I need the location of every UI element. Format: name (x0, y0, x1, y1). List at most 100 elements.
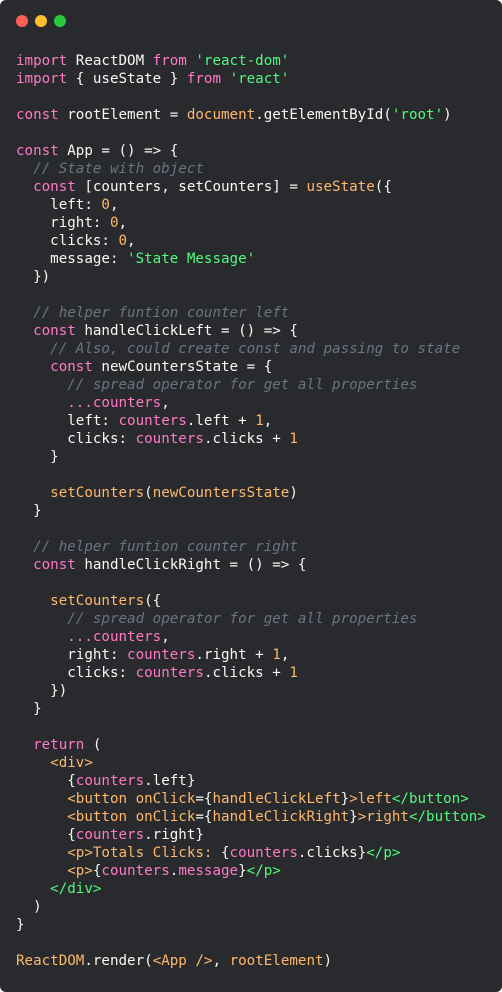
code-token: clicks: (16, 431, 136, 447)
code-token: , (127, 233, 136, 249)
code-token: counters (135, 431, 204, 447)
code-token: { useState } (67, 71, 187, 87)
code-token: left: (16, 413, 119, 429)
code-token: ={ (195, 791, 213, 807)
code-line: // State with object (16, 160, 486, 178)
code-line: // Also, could create const and passing … (16, 340, 486, 358)
code-token: [counters, setCounters] = (75, 179, 307, 195)
code-token: // spread operator for get all propertie… (67, 611, 418, 627)
code-token: <button (67, 791, 128, 807)
code-token: App = () => { (58, 143, 179, 159)
code-token: <App /> (152, 953, 213, 969)
code-token: // Also, could create const and passing … (50, 341, 461, 357)
code-token: handleClickLeft (212, 791, 341, 807)
code-token: right (366, 809, 409, 825)
code-line: right: counters.right + 1, (16, 646, 486, 664)
code-line: } (16, 700, 486, 718)
code-token: counters (75, 827, 145, 843)
code-token: from (186, 71, 222, 87)
code-token: counters (118, 413, 187, 429)
code-token: rootElement (229, 953, 324, 969)
code-token: ReactDOM (16, 953, 85, 969)
code-line: left: 0, (16, 196, 486, 214)
code-token: 'State Message' (127, 251, 256, 267)
code-token: from (152, 53, 187, 69)
code-line: ...counters, (16, 628, 486, 646)
code-token: }) (16, 683, 68, 699)
code-token: const (33, 557, 76, 573)
code-token: counters (229, 845, 298, 861)
code-token: , (161, 395, 170, 411)
code-line: // helper funtion counter left (16, 304, 486, 322)
code-block: import ReactDOM from 'react-dom' import {… (16, 52, 486, 970)
code-token: } (16, 917, 25, 933)
close-window-button[interactable] (16, 15, 28, 27)
code-token: setCounters (50, 485, 145, 501)
code-token: 'root' (391, 107, 444, 123)
code-token: } (349, 809, 358, 825)
code-token: </button> (391, 791, 469, 807)
code-token: const (33, 323, 76, 339)
code-token: left: (16, 197, 102, 213)
code-token: ={ (195, 809, 213, 825)
code-token: ) (16, 899, 42, 915)
code-token: counters (75, 773, 145, 789)
code-token: ) (323, 953, 333, 969)
code-token: > (349, 791, 358, 807)
title-bar (0, 0, 502, 40)
code-line: {counters.left} (16, 772, 486, 790)
code-token: // spread operator for get all propertie… (67, 377, 418, 393)
code-line: const handleClickLeft = () => { (16, 322, 486, 340)
code-line: const handleClickRight = () => { (16, 556, 486, 574)
code-token: ( (84, 737, 102, 753)
code-token: clicks: (16, 233, 119, 249)
code-token: }) (16, 269, 51, 285)
code-token: message (178, 863, 239, 879)
code-line: // helper funtion counter right (16, 538, 486, 556)
code-token: const (16, 143, 59, 159)
code-line: ReactDOM.render(<App />, rootElement) (16, 952, 486, 970)
code-token: ) (289, 485, 298, 501)
code-line: <button onClick={handleClickRight}>right… (16, 808, 486, 826)
code-token: > (357, 809, 367, 825)
code-line: ) (16, 898, 486, 916)
code-line: {counters.right} (16, 826, 486, 844)
code-token: , (161, 629, 170, 645)
code-token: } (340, 791, 350, 807)
code-token: 0 (118, 233, 128, 249)
code-line: ...counters, (16, 394, 486, 412)
code-token: counters (101, 863, 170, 879)
code-token: 'react' (229, 71, 290, 87)
code-token: useState (306, 179, 375, 195)
code-token: ( (144, 485, 153, 501)
code-window: import ReactDOM from 'react-dom' import {… (0, 0, 502, 992)
code-token: 1 (255, 413, 264, 429)
code-token: const (33, 179, 76, 195)
code-token: <p> (67, 845, 93, 861)
code-line: clicks: counters.clicks + 1 (16, 664, 486, 682)
code-token: handleClickRight = () => { (75, 557, 307, 573)
maximize-window-button[interactable] (54, 15, 66, 27)
minimize-window-button[interactable] (35, 15, 47, 27)
code-token: 1 (289, 431, 298, 447)
code-line: const App = () => { (16, 142, 486, 160)
code-line: <p>Totals Clicks: {counters.clicks}</p> (16, 844, 486, 862)
code-line: clicks: 0, (16, 232, 486, 250)
code-token: </p> (246, 863, 281, 879)
code-token: const (16, 107, 59, 123)
code-token: handleClickRight (212, 809, 350, 825)
code-line: </div> (16, 880, 486, 898)
code-token: newCountersState (152, 485, 290, 501)
